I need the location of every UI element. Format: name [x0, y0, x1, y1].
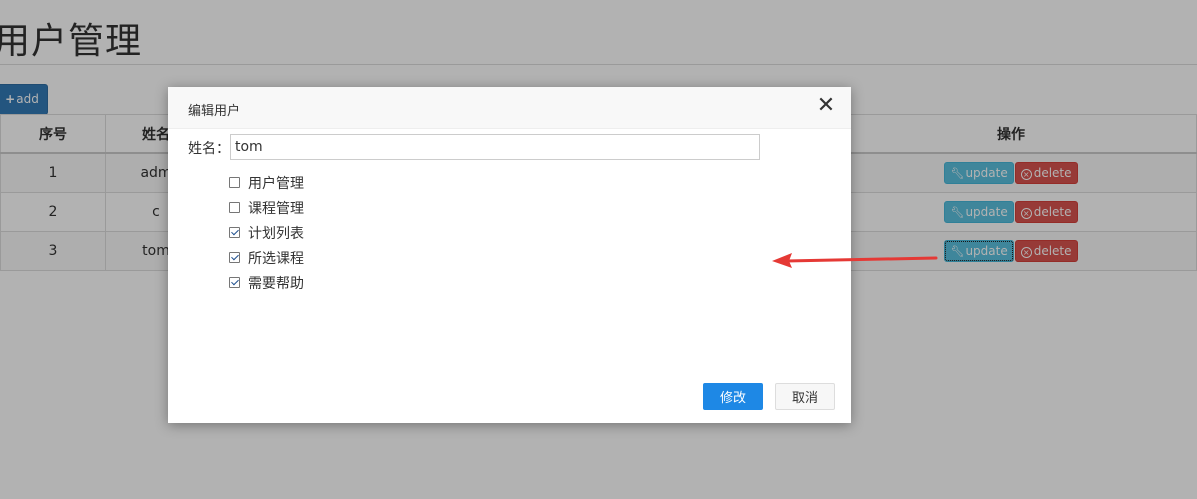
cancel-button[interactable]: 取消 — [775, 383, 835, 410]
permission-checkbox[interactable] — [229, 202, 240, 213]
dialog-header: 编辑用户 ✕ — [168, 87, 851, 129]
name-label: 姓名： — [188, 141, 230, 157]
permission-item[interactable]: 所选课程 — [228, 245, 304, 270]
name-input[interactable] — [230, 134, 760, 160]
permission-list: 用户管理 课程管理 计划列表 所选课程 需要帮助 — [228, 170, 304, 295]
permission-item[interactable]: 课程管理 — [228, 195, 304, 220]
permission-item[interactable]: 用户管理 — [228, 170, 304, 195]
permission-item[interactable]: 需要帮助 — [228, 270, 304, 295]
close-icon[interactable]: ✕ — [815, 95, 837, 118]
permission-item[interactable]: 计划列表 — [228, 220, 304, 245]
permission-checkbox[interactable] — [229, 277, 240, 288]
permission-label: 课程管理 — [248, 200, 304, 217]
permission-label: 计划列表 — [248, 225, 304, 242]
permission-label: 所选课程 — [248, 250, 304, 267]
save-button[interactable]: 修改 — [703, 383, 763, 410]
permission-checkbox[interactable] — [229, 177, 240, 188]
annotation-arrow-icon — [772, 253, 938, 268]
permission-checkbox[interactable] — [229, 227, 240, 238]
dialog-title: 编辑用户 — [188, 104, 241, 119]
edit-user-dialog: 编辑用户 ✕ 姓名： 用户管理 课程管理 计划列表 所选课程 需要帮助 修改 取… — [168, 87, 851, 423]
permission-label: 需要帮助 — [248, 275, 304, 292]
permission-checkbox[interactable] — [229, 252, 240, 263]
permission-label: 用户管理 — [248, 175, 304, 192]
